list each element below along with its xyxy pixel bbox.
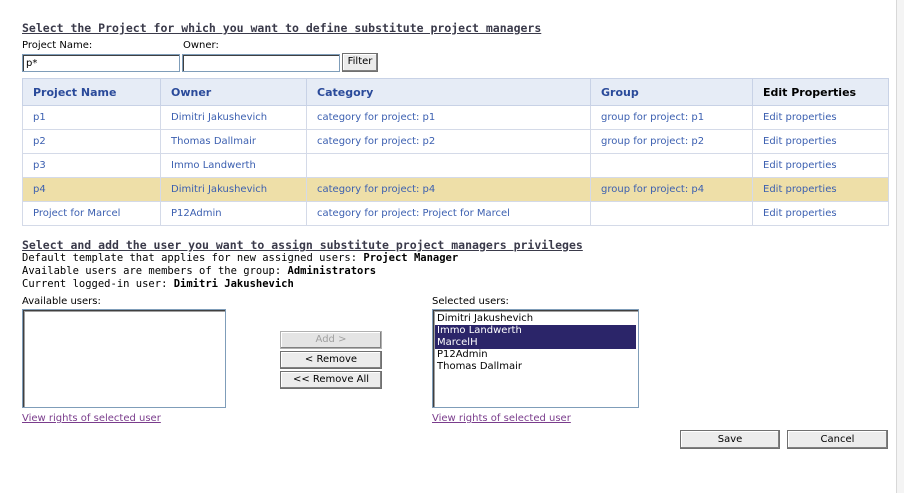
table-header-row: Project Name Owner Category Group Edit P… <box>22 78 889 106</box>
edit-properties-link[interactable]: Edit properties <box>752 201 889 226</box>
group-info: Available users are members of the group… <box>22 265 376 277</box>
list-item-selected[interactable]: Immo Landwerth <box>435 325 636 337</box>
default-template-info: Default template that applies for new as… <box>22 252 458 264</box>
view-rights-available-link[interactable]: View rights of selected user <box>22 413 161 424</box>
current-user-info: Current logged-in user: Dimitri Jakushev… <box>22 278 294 290</box>
group-text: Available users are members of the group… <box>22 265 288 277</box>
edit-properties-link[interactable]: Edit properties <box>752 177 889 202</box>
default-template-text: Default template that applies for new as… <box>22 252 364 264</box>
col-header-project-name[interactable]: Project Name <box>22 78 161 106</box>
project-section-title: Select the Project for which you want to… <box>22 21 542 35</box>
cell-project-name[interactable]: p4 <box>22 177 161 202</box>
selected-users-list[interactable]: Dimitri Jakushevich Immo Landwerth Marce… <box>432 309 639 408</box>
selected-users-label: Selected users: <box>432 296 509 307</box>
cell-group[interactable]: group for project: p1 <box>590 105 753 130</box>
add-button[interactable]: Add > <box>280 331 382 349</box>
cell-owner[interactable]: Dimitri Jakushevich <box>160 105 307 130</box>
filter-button[interactable]: Filter <box>342 53 378 72</box>
table-row-selected[interactable]: p4 Dimitri Jakushevich category for proj… <box>22 177 889 202</box>
table-row[interactable]: Project for Marcel P12Admin category for… <box>22 201 889 226</box>
cell-project-name[interactable]: p3 <box>22 153 161 178</box>
cell-owner[interactable]: Thomas Dallmair <box>160 129 307 154</box>
remove-all-button[interactable]: << Remove All <box>280 371 382 389</box>
page-scrollbar[interactable] <box>896 0 904 493</box>
cell-project-name[interactable]: p2 <box>22 129 161 154</box>
cell-group[interactable]: group for project: p2 <box>590 129 753 154</box>
current-user-value: Dimitri Jakushevich <box>173 278 294 290</box>
cell-category[interactable]: category for project: p2 <box>306 129 591 154</box>
cell-owner[interactable]: Dimitri Jakushevich <box>160 177 307 202</box>
col-header-category[interactable]: Category <box>306 78 591 106</box>
edit-properties-link[interactable]: Edit properties <box>752 129 889 154</box>
save-button[interactable]: Save <box>680 430 780 449</box>
cell-category[interactable]: category for project: p4 <box>306 177 591 202</box>
table-row[interactable]: p1 Dimitri Jakushevich category for proj… <box>22 105 889 130</box>
default-template-value: Project Manager <box>363 252 459 264</box>
group-value: Administrators <box>287 265 377 277</box>
user-section-title: Select and add the user you want to assi… <box>22 238 583 252</box>
cell-project-name[interactable]: p1 <box>22 105 161 130</box>
cell-owner[interactable]: P12Admin <box>160 201 307 226</box>
edit-properties-link[interactable]: Edit properties <box>752 105 889 130</box>
list-item[interactable]: Thomas Dallmair <box>435 361 636 373</box>
edit-properties-link[interactable]: Edit properties <box>752 153 889 178</box>
cell-group[interactable] <box>590 201 753 226</box>
cell-category[interactable] <box>306 153 591 178</box>
owner-input[interactable] <box>182 54 340 72</box>
list-item[interactable]: P12Admin <box>435 349 636 361</box>
cancel-button[interactable]: Cancel <box>787 430 888 449</box>
cell-project-name[interactable]: Project for Marcel <box>22 201 161 226</box>
available-users-list[interactable] <box>22 309 226 408</box>
cell-group[interactable]: group for project: p4 <box>590 177 753 202</box>
table-row[interactable]: p2 Thomas Dallmair category for project:… <box>22 129 889 154</box>
col-header-edit-properties: Edit Properties <box>752 78 889 106</box>
current-user-text: Current logged-in user: <box>22 278 174 290</box>
available-users-label: Available users: <box>22 296 101 307</box>
project-name-input[interactable] <box>22 54 180 72</box>
view-rights-selected-link[interactable]: View rights of selected user <box>432 413 571 424</box>
cell-owner[interactable]: Immo Landwerth <box>160 153 307 178</box>
col-header-group[interactable]: Group <box>590 78 753 106</box>
project-table: Project Name Owner Category Group Edit P… <box>22 78 889 226</box>
owner-label: Owner: <box>183 40 219 51</box>
table-row[interactable]: p3 Immo Landwerth Edit properties <box>22 153 889 178</box>
list-item[interactable]: Dimitri Jakushevich <box>435 313 636 325</box>
cell-category[interactable]: category for project: Project for Marcel <box>306 201 591 226</box>
col-header-owner[interactable]: Owner <box>160 78 307 106</box>
cell-category[interactable]: category for project: p1 <box>306 105 591 130</box>
project-name-label: Project Name: <box>22 40 93 51</box>
remove-button[interactable]: < Remove <box>280 351 382 369</box>
cell-group[interactable] <box>590 153 753 178</box>
list-item-selected[interactable]: MarcelH <box>435 337 636 349</box>
